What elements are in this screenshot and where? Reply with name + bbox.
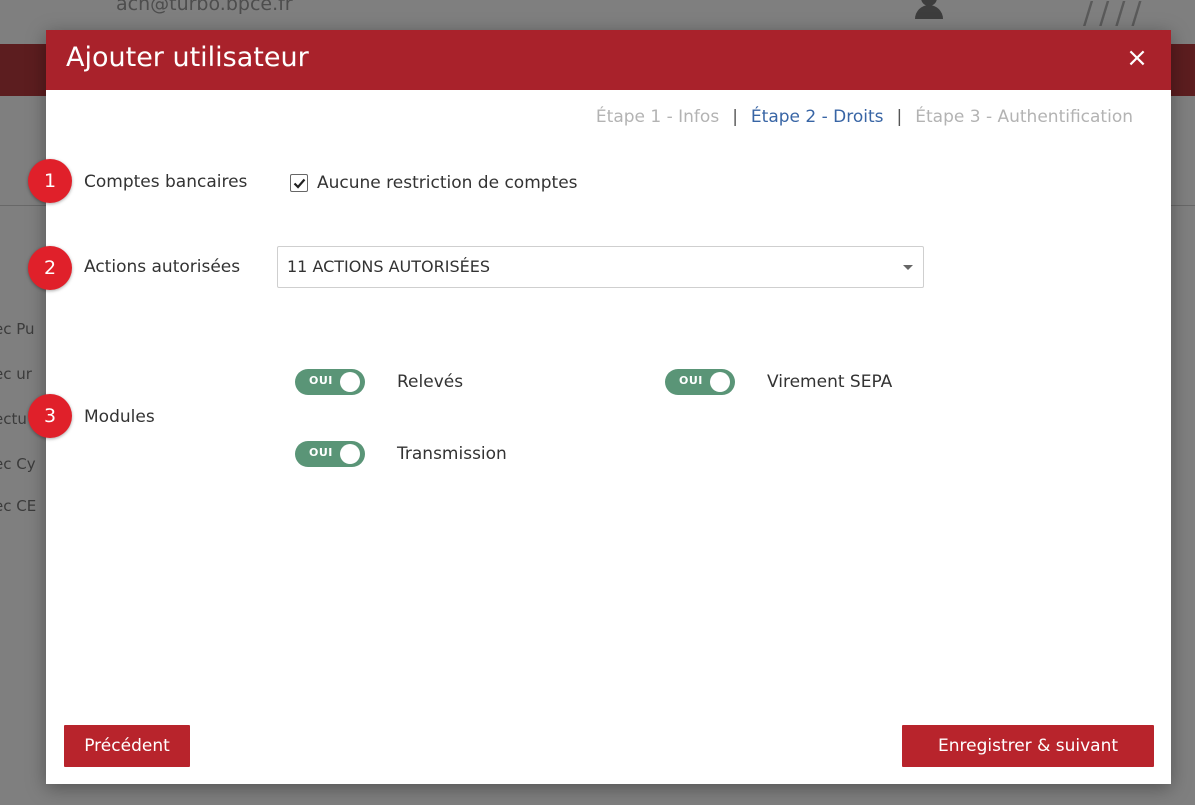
- module-virement-sepa: OUI Virement SEPA: [665, 369, 892, 395]
- module-releves: OUI Relevés: [295, 369, 463, 395]
- module-label: Relevés: [397, 372, 464, 392]
- close-icon[interactable]: ×: [1123, 43, 1151, 73]
- actions-select[interactable]: 11 ACTIONS AUTORISÉES: [277, 246, 924, 288]
- save-and-next-button[interactable]: Enregistrer & suivant: [902, 725, 1154, 767]
- module-label: Transmission: [397, 444, 507, 464]
- toggle-text: OUI: [679, 374, 703, 387]
- toggle-knob: [340, 372, 360, 392]
- modal-title: Ajouter utilisateur: [66, 42, 309, 73]
- no-account-restriction-checkbox[interactable]: Aucune restriction de comptes: [290, 173, 578, 193]
- checkbox-box[interactable]: [290, 174, 308, 192]
- toggle-text: OUI: [309, 374, 333, 387]
- annotation-marker-3: 3: [28, 394, 72, 438]
- toggle-knob: [710, 372, 730, 392]
- transmission-toggle[interactable]: OUI: [295, 441, 365, 467]
- step-separator: |: [896, 107, 903, 127]
- module-transmission: OUI Transmission: [295, 441, 507, 467]
- step-droits[interactable]: Étape 2 - Droits: [751, 107, 884, 127]
- checkbox-label: Aucune restriction de comptes: [317, 173, 578, 193]
- actions-select-value: 11 ACTIONS AUTORISÉES: [287, 257, 490, 276]
- toggle-text: OUI: [309, 446, 333, 459]
- module-label: Virement SEPA: [767, 372, 893, 392]
- releves-toggle[interactable]: OUI: [295, 369, 365, 395]
- toggle-knob: [340, 444, 360, 464]
- actions-label: Actions autorisées: [84, 257, 241, 277]
- step-infos[interactable]: Étape 1 - Infos: [596, 107, 719, 127]
- accounts-label: Comptes bancaires: [84, 172, 248, 192]
- virement-sepa-toggle[interactable]: OUI: [665, 369, 735, 395]
- modal-header: Ajouter utilisateur ×: [46, 30, 1171, 90]
- step-authentification[interactable]: Étape 3 - Authentification: [915, 107, 1133, 127]
- add-user-modal: Ajouter utilisateur × Étape 1 - Infos | Ét…: [46, 30, 1171, 784]
- annotation-marker-2: 2: [28, 246, 72, 290]
- previous-button[interactable]: Précédent: [64, 725, 190, 767]
- modules-label: Modules: [84, 407, 155, 427]
- annotation-marker-1: 1: [28, 159, 72, 203]
- chevron-down-icon: [903, 265, 913, 270]
- checkmark-icon: [293, 178, 305, 189]
- wizard-steps: Étape 1 - Infos | Étape 2 - Droits | Étape 3…: [596, 107, 1133, 127]
- step-separator: |: [732, 107, 738, 127]
